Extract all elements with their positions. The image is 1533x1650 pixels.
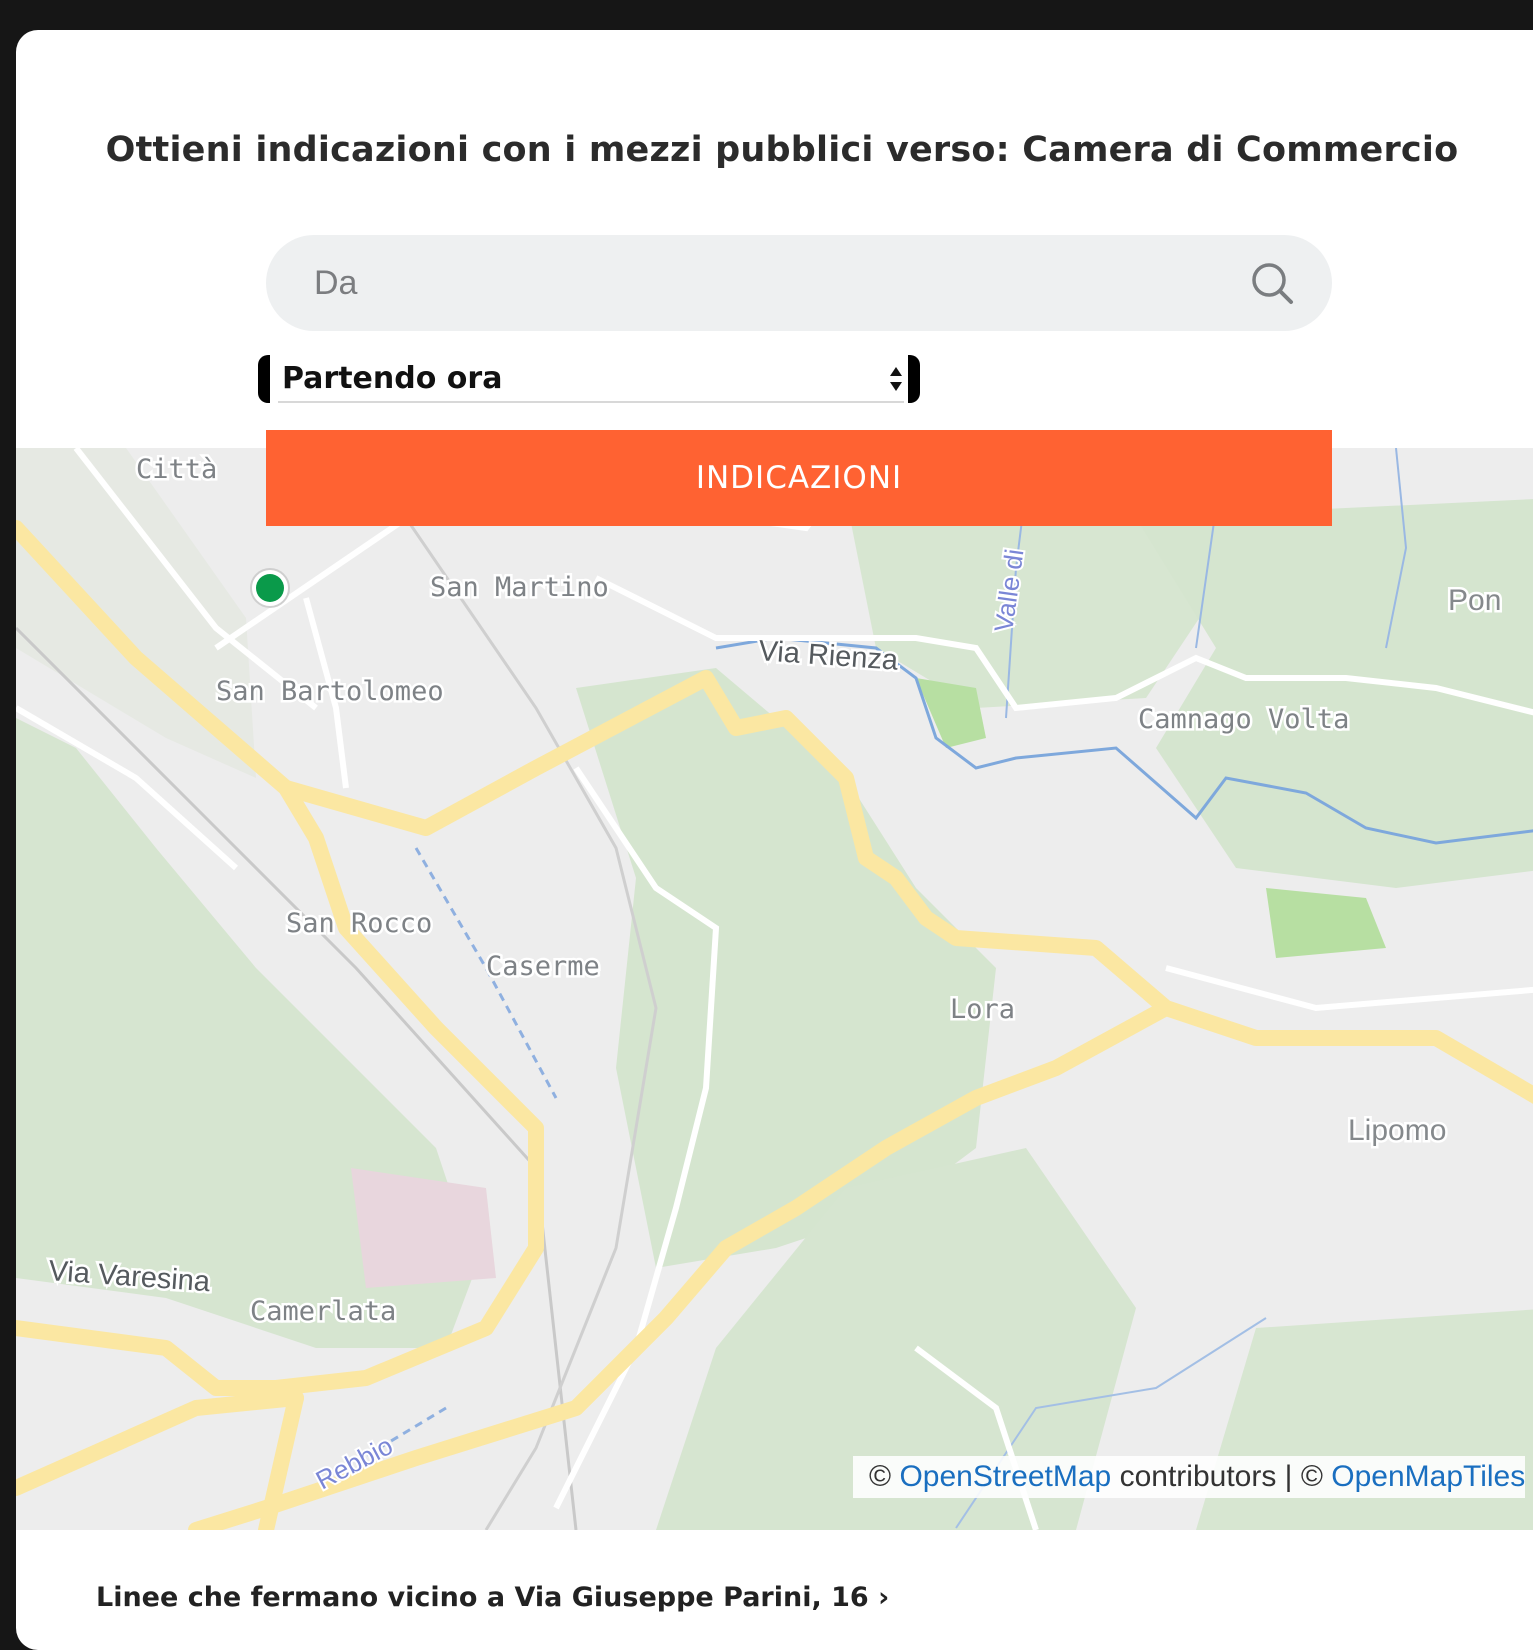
origin-search-box[interactable] xyxy=(266,235,1332,331)
map-label-camnago-volta: Camnago Volta xyxy=(1138,704,1349,735)
openmaptiles-link[interactable]: OpenMapTiles xyxy=(1331,1460,1525,1494)
contributors-text: contributors | xyxy=(1119,1460,1293,1493)
departure-time-select[interactable]: Partendo ora xyxy=(258,355,920,403)
map-label-lipomo: Lipomo xyxy=(1348,1114,1446,1147)
origin-input[interactable] xyxy=(266,235,1254,331)
select-underline xyxy=(278,401,904,403)
map-label-pon: Pon xyxy=(1448,584,1501,617)
map-label-san-rocco: San Rocco xyxy=(286,908,432,939)
map-attribution: © OpenStreetMap contributors | © OpenMap… xyxy=(853,1456,1526,1498)
search-icon[interactable] xyxy=(1250,261,1294,305)
openstreetmap-link[interactable]: OpenStreetMap xyxy=(899,1460,1111,1494)
directions-button[interactable]: INDICAZIONI xyxy=(266,430,1332,526)
copyright-symbol: © xyxy=(869,1460,892,1493)
map-label-san-bartolomeo: San Bartolomeo xyxy=(216,676,444,707)
copyright-symbol-2: © xyxy=(1300,1460,1323,1493)
lines-nearby-link[interactable]: Linee che fermano vicino a Via Giuseppe … xyxy=(96,1582,889,1613)
updown-arrows-icon xyxy=(890,367,902,391)
departure-time-value: Partendo ora xyxy=(282,361,503,396)
map-label-caserme: Caserme xyxy=(486,951,600,982)
page-title: Ottieni indicazioni con i mezzi pubblici… xyxy=(105,130,1459,170)
map-label-lora: Lora xyxy=(950,994,1015,1025)
map-label-san-martino: San Martino xyxy=(430,572,609,603)
map[interactable]: Città San Martino San Bartolomeo Camnago… xyxy=(16,448,1533,1530)
map-label-citta: Città xyxy=(136,454,217,485)
map-label-camerlata: Camerlata xyxy=(250,1296,396,1327)
origin-marker[interactable] xyxy=(256,574,284,602)
directions-card: Ottieni indicazioni con i mezzi pubblici… xyxy=(16,30,1533,1650)
